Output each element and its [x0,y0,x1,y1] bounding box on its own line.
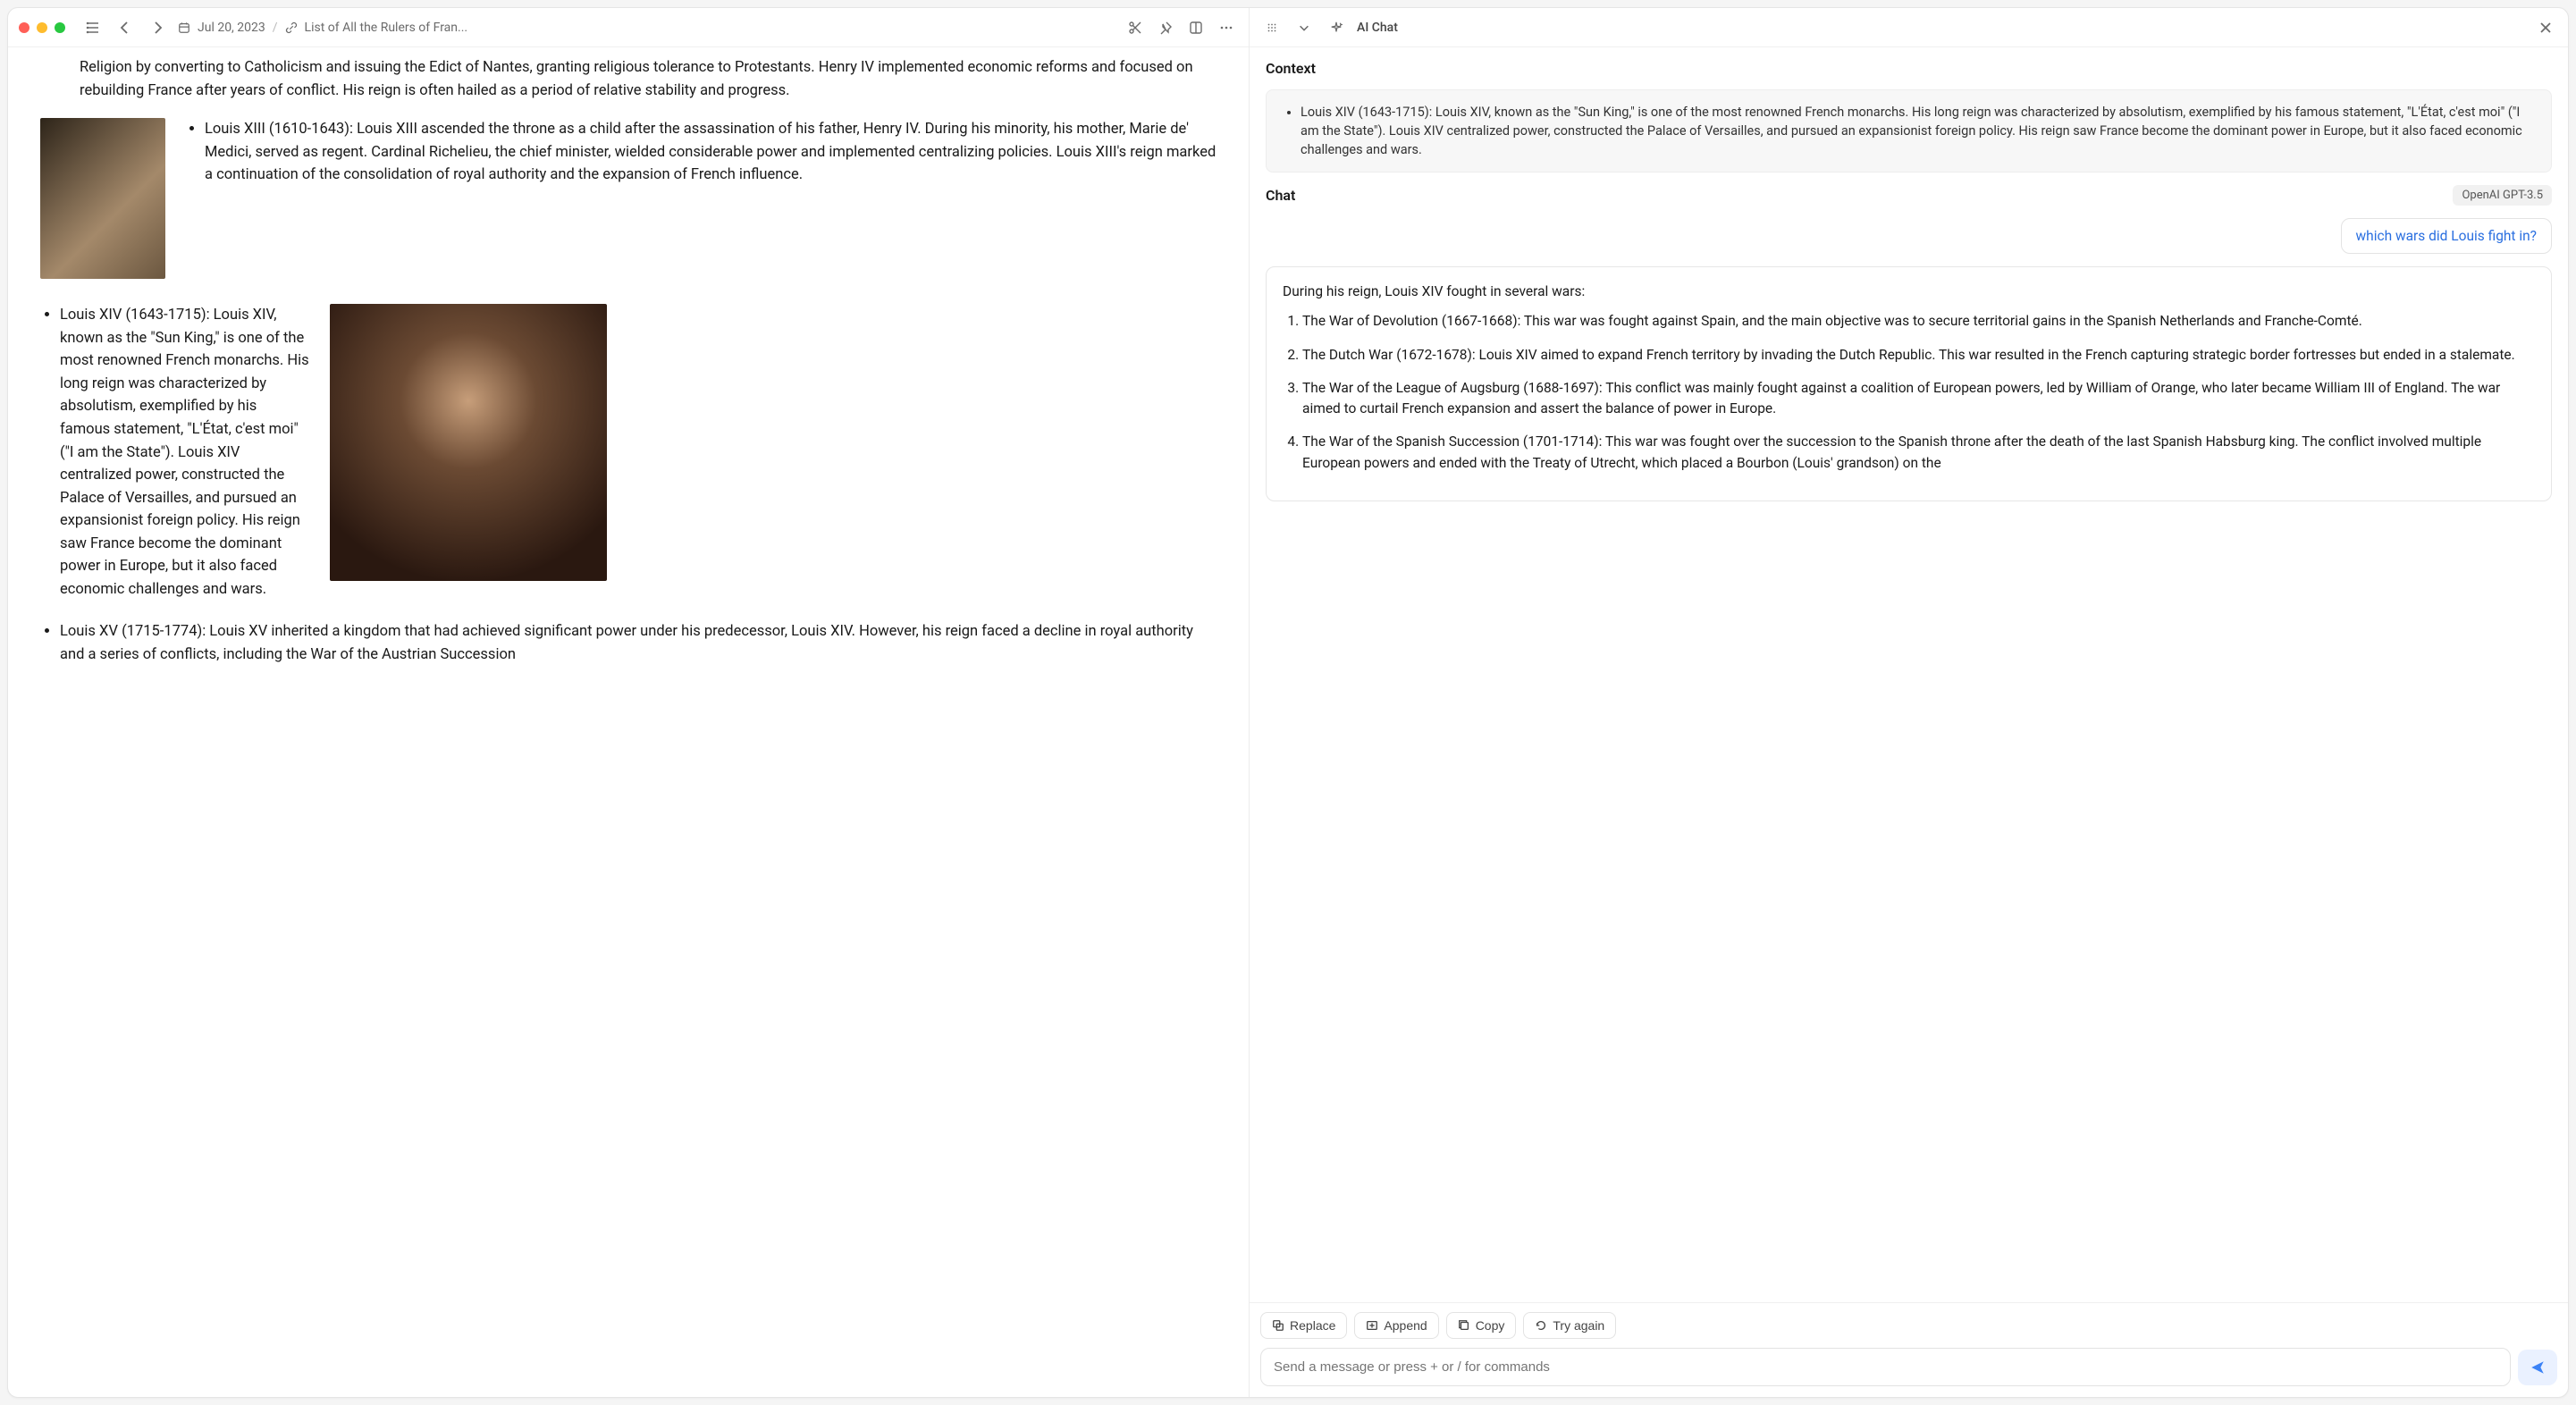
replace-button[interactable]: Replace [1260,1312,1347,1339]
chat-label: Chat [1266,187,1295,204]
more-icon[interactable] [1215,16,1238,39]
context-text: Louis XIV (1643-1715): Louis XIV, known … [1301,103,2535,159]
ai-chat-title: AI Chat [1357,21,1398,35]
sparkle-icon [1325,16,1348,39]
war-item: The War of the Spanish Succession (1701-… [1302,432,2535,474]
try-again-button[interactable]: Try again [1523,1312,1616,1339]
breadcrumb-date: Jul 20, 2023 [198,21,265,35]
assistant-intro: During his reign, Louis XIV fought in se… [1283,282,2535,302]
window-controls [19,22,65,33]
document-pane: Jul 20, 2023 / List of All the Rulers of… [8,8,1250,1397]
split-view-icon[interactable] [1184,16,1208,39]
replace-icon [1272,1319,1284,1332]
close-panel-button[interactable] [2534,16,2557,39]
portrait-louis-xiii [40,118,165,279]
maximize-window-button[interactable] [55,22,65,33]
war-item: The War of Devolution (1667-1668): This … [1302,311,2535,332]
model-selector[interactable]: OpenAI GPT-3.5 [2453,185,2552,206]
copy-icon [1458,1319,1470,1332]
close-window-button[interactable] [19,22,29,33]
entry-louis-xiv: Louis XIV (1643-1715): Louis XIV, known … [60,304,310,601]
list-item: Louis XIV (1643-1715): Louis XIV, known … [60,304,1216,601]
pin-icon[interactable] [1154,16,1177,39]
context-label: Context [1266,60,2552,77]
breadcrumb-separator: / [273,21,278,35]
refresh-icon [1535,1319,1547,1332]
breadcrumb[interactable]: Jul 20, 2023 / List of All the Rulers of… [178,21,1115,35]
nav-forward-button[interactable] [146,16,169,39]
document-body[interactable]: Religion by converting to Catholicism an… [8,47,1249,1397]
append-icon [1366,1319,1378,1332]
chat-footer: Replace Append Copy Try again [1250,1302,2568,1397]
send-button[interactable] [2518,1350,2557,1385]
entry-louis-xiii: Louis XIII (1610-1643): Louis XIII ascen… [205,118,1216,187]
list-item: Louis XIII (1610-1643): Louis XIII ascen… [205,118,1216,187]
portrait-louis-xiv [330,304,607,581]
ai-chat-body: Context Louis XIV (1643-1715): Louis XIV… [1250,47,2568,1302]
ai-chat-header: AI Chat [1250,8,2568,47]
app-window: Jul 20, 2023 / List of All the Rulers of… [7,7,2569,1398]
compose-input[interactable] [1260,1348,2511,1386]
titlebar: Jul 20, 2023 / List of All the Rulers of… [8,8,1249,47]
assistant-message: During his reign, Louis XIV fought in se… [1266,266,2552,501]
breadcrumb-doc-title: List of All the Rulers of Fran... [305,21,468,35]
intro-paragraph: Religion by converting to Catholicism an… [80,56,1216,102]
war-item: The Dutch War (1672-1678): Louis XIV aim… [1302,345,2535,366]
user-message: which wars did Louis fight in? [2341,218,2552,254]
append-button[interactable]: Append [1354,1312,1438,1339]
entry-louis-xv: Louis XV (1715-1774): Louis XV inherited… [60,620,1216,666]
scissors-icon[interactable] [1124,16,1147,39]
calendar-icon [178,21,190,34]
minimize-window-button[interactable] [37,22,47,33]
ai-chat-pane: AI Chat Context Louis XIV (1643-1715): L… [1250,8,2568,1397]
sidebar-toggle-icon[interactable] [81,16,105,39]
war-item: The War of the League of Augsburg (1688-… [1302,378,2535,420]
copy-button[interactable]: Copy [1446,1312,1517,1339]
chevron-down-icon[interactable] [1292,16,1316,39]
link-icon [285,21,298,34]
context-box: Louis XIV (1643-1715): Louis XIV, known … [1266,89,2552,172]
list-item: Louis XV (1715-1774): Louis XV inherited… [60,620,1216,666]
nav-back-button[interactable] [114,16,137,39]
drag-handle-icon[interactable] [1260,16,1284,39]
